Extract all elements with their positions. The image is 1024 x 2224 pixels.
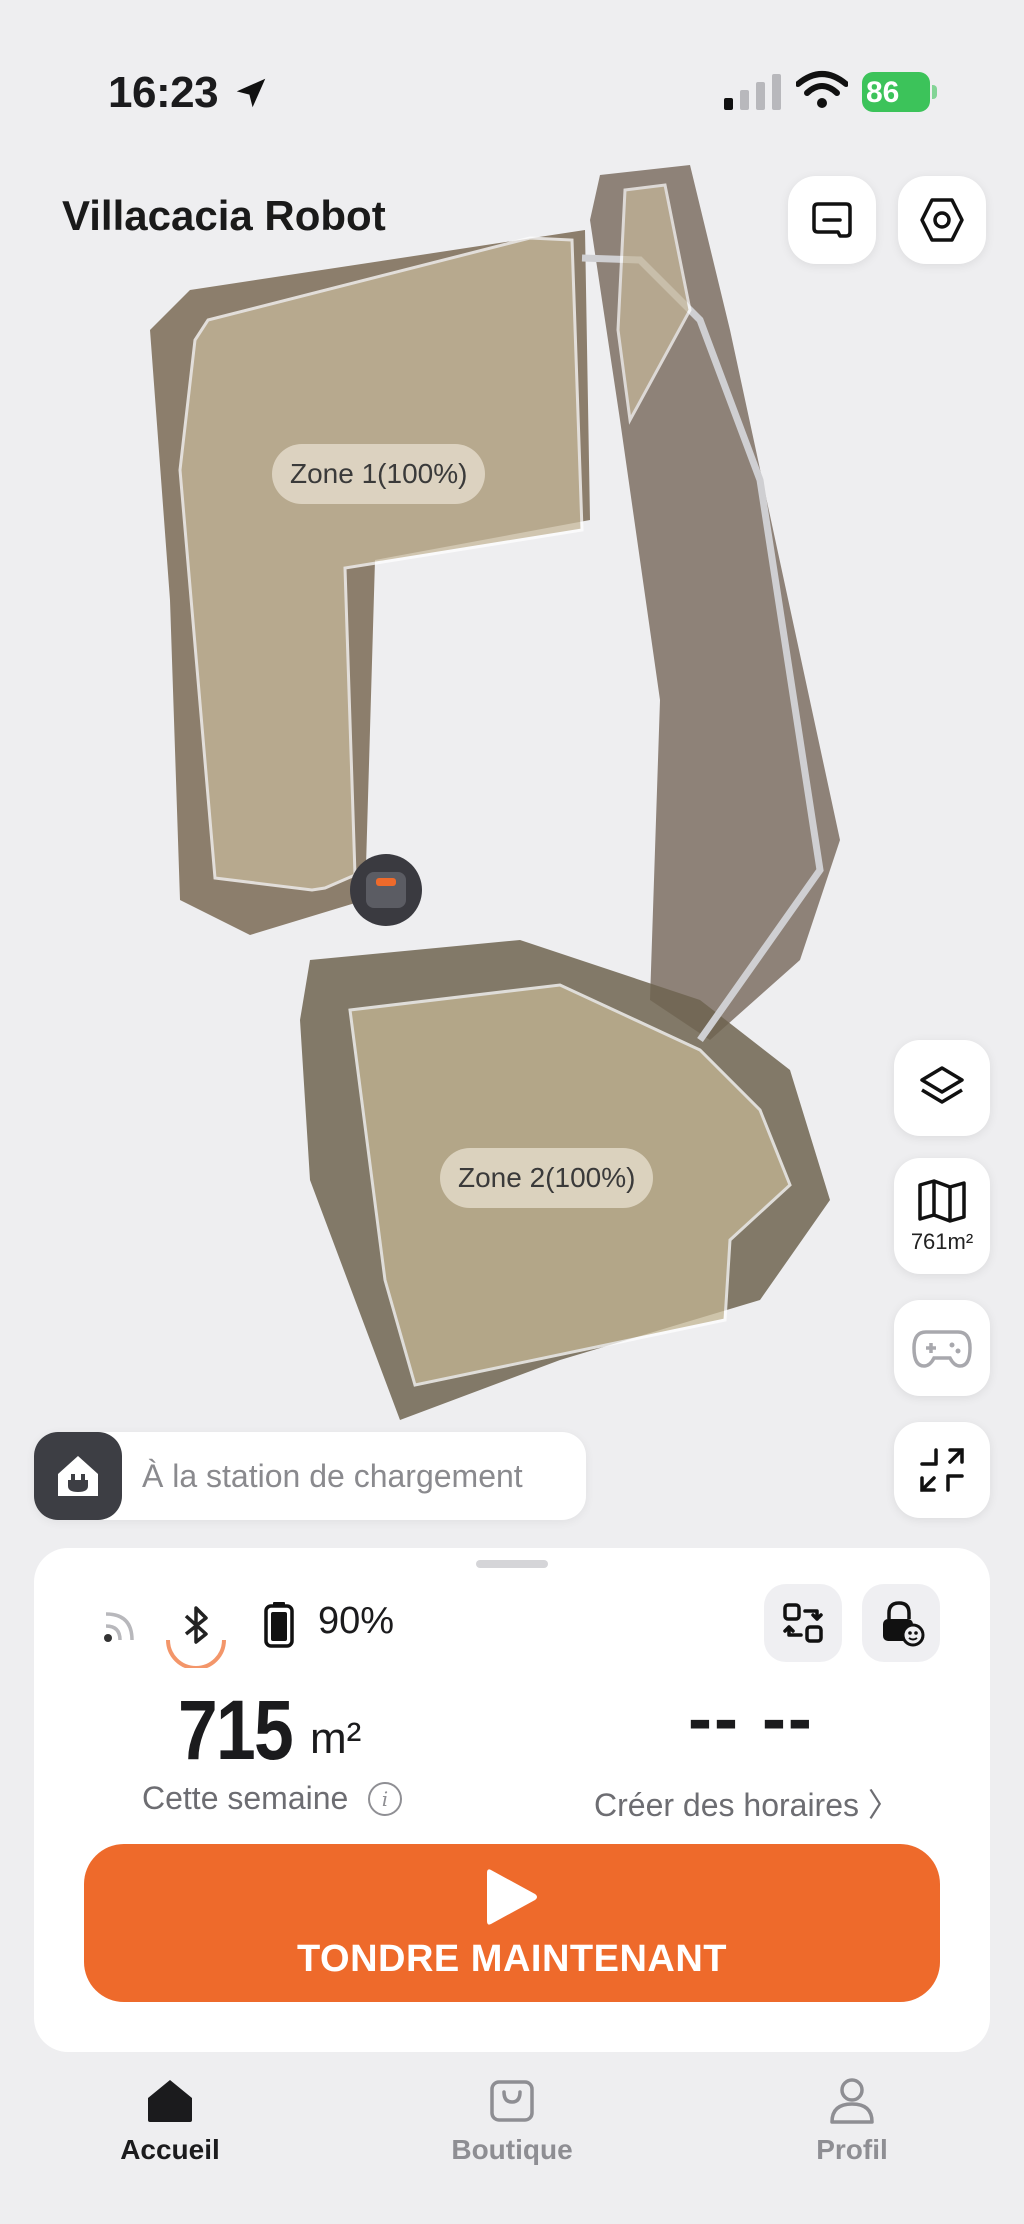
tab-home[interactable]: Accueil: [70, 2076, 270, 2166]
battery-icon: [264, 1602, 294, 1648]
charging-station-icon: [34, 1432, 122, 1520]
swap-icon: [783, 1603, 823, 1643]
map-icon: [918, 1179, 966, 1223]
layers-icon: [920, 1066, 964, 1104]
weekly-area-label: Cette semaine: [142, 1780, 349, 1816]
create-schedule-link[interactable]: Créer des horaires 〉: [594, 1780, 900, 1826]
mow-now-label: TONDRE MAINTENANT: [296, 1937, 727, 1980]
schedule-value: -- --: [688, 1679, 814, 1759]
drag-handle[interactable]: [476, 1560, 548, 1568]
cellular-connection-icon: [104, 1612, 134, 1642]
lock-icon: [883, 1601, 925, 1647]
child-lock-button[interactable]: [862, 1584, 940, 1662]
info-icon[interactable]: i: [368, 1782, 402, 1816]
robot-name-title: Villacacia Robot: [62, 192, 386, 239]
cellular-signal-icon: [724, 74, 781, 110]
tab-shop[interactable]: Boutique: [412, 2076, 612, 2166]
battery-indicator: 86: [862, 72, 938, 112]
wifi-icon: [796, 71, 848, 108]
mower-battery-percent: 90%: [318, 1600, 395, 1642]
map-area-button[interactable]: 761m²: [894, 1158, 990, 1274]
switch-mode-button[interactable]: [764, 1584, 842, 1662]
robot-mower[interactable]: [350, 854, 422, 926]
station-status-text: À la station de chargement: [142, 1458, 523, 1494]
message-icon: [812, 202, 852, 238]
battery-level: 86: [866, 76, 900, 109]
remote-control-button[interactable]: [894, 1300, 990, 1396]
play-icon: [487, 1868, 537, 1925]
zone-2-label[interactable]: Zone 2(100%): [440, 1148, 654, 1208]
messages-button[interactable]: [788, 176, 876, 264]
settings-button[interactable]: [898, 176, 986, 264]
weekly-area-value: 715: [178, 1683, 294, 1777]
tab-shop-label: Boutique: [451, 2134, 573, 2165]
mow-now-button[interactable]: TONDRE MAINTENANT: [84, 1844, 940, 2002]
bluetooth-icon: [166, 1606, 226, 1668]
tab-profile[interactable]: Profil: [752, 2076, 952, 2166]
station-status[interactable]: À la station de chargement: [34, 1432, 586, 1520]
shopping-bag-icon: [490, 2080, 534, 2122]
zone-1-label[interactable]: Zone 1(100%): [272, 444, 486, 504]
layers-button[interactable]: [894, 1040, 990, 1136]
recenter-button[interactable]: [894, 1422, 990, 1518]
tab-profile-label: Profil: [816, 2134, 888, 2165]
collapse-arrows-icon: [920, 1448, 964, 1492]
lawn-map[interactable]: [0, 140, 1024, 1440]
map-area-value: 761m²: [910, 1229, 974, 1254]
weekly-area-unit: m²: [310, 1714, 362, 1763]
settings-hexagon-icon: [920, 198, 964, 242]
gamepad-icon: [912, 1330, 972, 1368]
zone-1-boundary: [178, 236, 584, 892]
tab-home-label: Accueil: [120, 2134, 220, 2165]
status-time: 16:23: [108, 68, 219, 117]
location-arrow-icon: [236, 78, 266, 108]
home-icon: [148, 2080, 192, 2122]
profile-icon: [830, 2078, 874, 2124]
